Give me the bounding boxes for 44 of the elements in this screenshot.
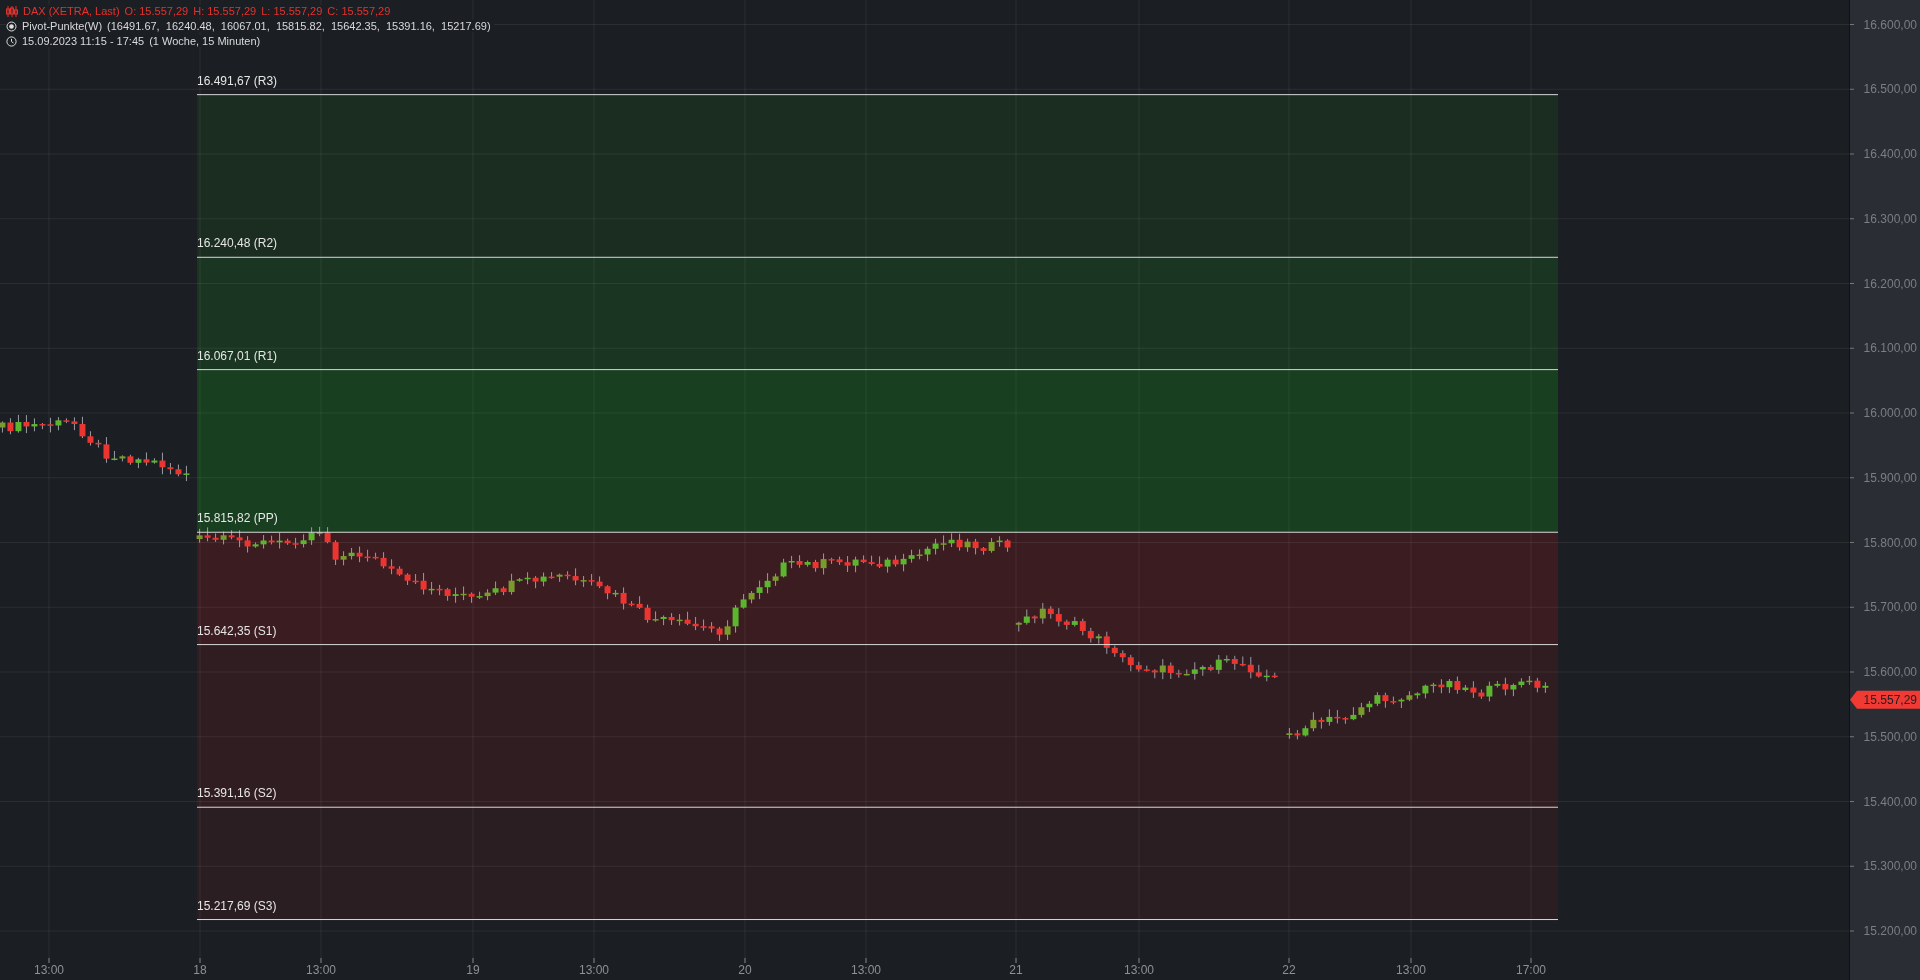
ohlc-value: H: 15.557,29: [193, 5, 257, 17]
time-label: 18: [193, 963, 207, 977]
price-tick: 16.100,00: [1863, 341, 1917, 356]
price-tick: 15.700,00: [1863, 600, 1917, 615]
pivot-label: 16.067,01 (R1): [197, 348, 278, 363]
pivot-label: 16.491,67 (R3): [197, 73, 278, 88]
price-tick: 15.900,00: [1863, 470, 1917, 485]
time-label: 19: [466, 963, 480, 977]
time-label: 13:00: [306, 963, 336, 977]
price-tick: 15.400,00: [1863, 794, 1917, 809]
pivot-label: 16.240,48 (R2): [197, 236, 278, 251]
price-tick: 16.500,00: [1863, 82, 1917, 97]
time-label: 13:00: [1396, 963, 1426, 977]
price-tick: 16.400,00: [1863, 147, 1917, 161]
time-label: 13:00: [579, 963, 609, 977]
price-tick: 16.300,00: [1863, 211, 1917, 226]
instrument-name: DAX (XETRA, Last): [23, 5, 120, 17]
pivot-label: 15.391,16 (S2): [197, 786, 277, 801]
price-tick: 15.300,00: [1863, 859, 1917, 874]
price-tick: 15.200,00: [1863, 924, 1917, 938]
period-detail: (1 Woche, 15 Minuten): [149, 35, 261, 47]
ohlc-value: L: 15.557,29: [261, 5, 323, 17]
price-tick: 16.000,00: [1863, 406, 1917, 420]
period-range: 15.09.2023 11:15 - 17:45: [22, 35, 145, 47]
time-label: 13:00: [851, 963, 881, 977]
time-label: 21: [1009, 963, 1023, 977]
price-tick: 15.500,00: [1863, 729, 1917, 744]
price-tick: 15.800,00: [1863, 535, 1917, 550]
time-label: 22: [1282, 963, 1296, 977]
time-label: 20: [738, 963, 752, 977]
ohlc-value: C: 15.557,29: [327, 5, 391, 17]
time-label: 13:00: [1124, 963, 1154, 977]
ohlc-value: O: 15.557,29: [124, 5, 189, 17]
pivot-label: 15.815,82 (PP): [197, 511, 278, 526]
indicator-values: (16491.67, 16240.48, 16067.01, 15815.82, 15642.35, 15391.16, 15217.69): [107, 20, 491, 32]
last-price-tag: 15.557,29: [1850, 690, 1920, 709]
price-tick: 15.600,00: [1863, 665, 1917, 679]
indicator-name: Pivot-Punkte(W): [22, 20, 103, 32]
time-label: 13:00: [34, 963, 64, 977]
price-tick: 16.600,00: [1863, 17, 1917, 32]
pivot-label: 15.642,35 (S1): [197, 623, 277, 638]
time-label: 17:00: [1516, 963, 1546, 977]
price-tick: 16.200,00: [1863, 276, 1917, 291]
pivot-label: 15.217,69 (S3): [197, 898, 277, 913]
